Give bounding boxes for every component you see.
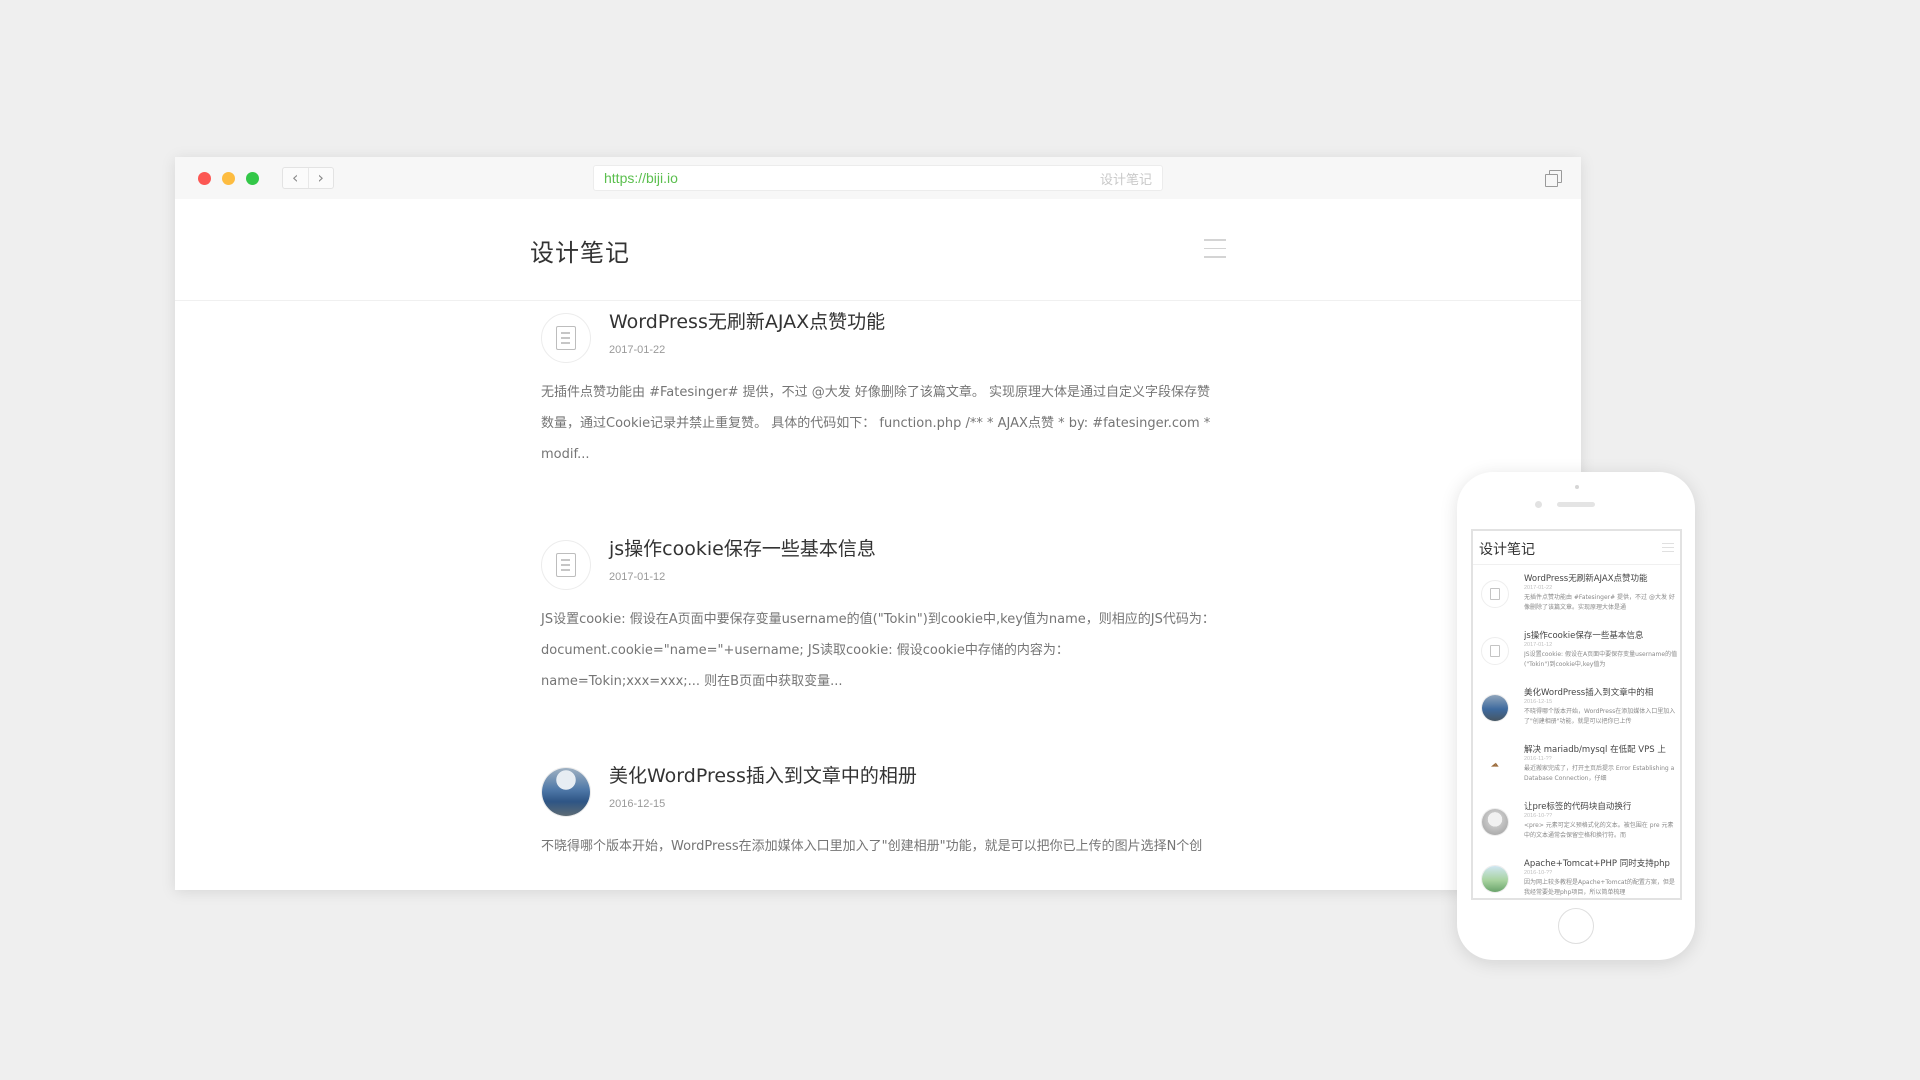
mobile-post-avatar <box>1481 580 1509 608</box>
mobile-post-date: 2017-01-22 <box>1524 585 1553 591</box>
post-excerpt: 不晓得哪个版本开始，WordPress在添加媒体入口里加入了"创建相册"功能，就… <box>541 839 1203 854</box>
post-avatar <box>541 767 591 817</box>
mobile-post-date: 2016-10-?? <box>1524 870 1553 876</box>
speaker-grille <box>1557 502 1595 507</box>
photo-thumbnail <box>542 768 590 816</box>
document-icon <box>1490 645 1500 657</box>
document-icon <box>1490 588 1500 600</box>
mobile-post-title[interactable]: Apache+Tomcat+PHP 同时支持php <box>1524 857 1680 869</box>
mobile-post-excerpt: <pre> 元素可定义预格式化的文本。被包围在 pre 元素中的文本通常会保留空… <box>1524 822 1674 839</box>
mobile-post-avatar <box>1481 865 1509 893</box>
mobile-post-item[interactable]: WordPress无刷新AJAX点赞功能 2017-01-22 无插件点赞功能由… <box>1473 570 1680 627</box>
document-icon <box>556 553 576 577</box>
post-excerpt: JS设置cookie: 假设在A页面中要保存变量username的值("Toki… <box>541 612 1215 689</box>
mobile-post-title[interactable]: 解决 mariadb/mysql 在低配 VPS 上 <box>1524 743 1680 755</box>
navigation-buttons: ‹ › <box>282 167 334 189</box>
mobile-post-avatar <box>1481 637 1509 665</box>
site-title[interactable]: 设计笔记 <box>530 233 630 268</box>
mobile-post-avatar <box>1481 808 1509 836</box>
photo-thumbnail <box>1482 809 1508 835</box>
home-button[interactable] <box>1558 908 1594 944</box>
photo-thumbnail <box>1482 866 1508 892</box>
maximize-window-button[interactable] <box>246 172 259 185</box>
mobile-post-item[interactable]: 美化WordPress插入到文章中的相 2016-12-15 不晓得哪个版本开始… <box>1473 684 1680 741</box>
post-date: 2017-01-22 <box>609 344 666 356</box>
hamburger-icon[interactable] <box>1204 239 1226 259</box>
mobile-site-title[interactable]: 设计笔记 <box>1479 539 1535 559</box>
mobile-post-date: 2016-10-?? <box>1524 813 1553 819</box>
mobile-post-avatar: ◢◣ <box>1481 751 1509 779</box>
tabs-icon[interactable] <box>1545 170 1562 187</box>
mobile-post-excerpt: JS设置cookie: 假设在A页面中要保存变量username的值("Toki… <box>1524 651 1678 668</box>
post-item: WordPress无刷新AJAX点赞功能 2017-01-22 无插件点赞功能由… <box>541 307 1221 534</box>
post-title[interactable]: js操作cookie保存一些基本信息 <box>609 534 876 561</box>
mobile-site-header: 设计笔记 <box>1473 531 1680 565</box>
post-item: js操作cookie保存一些基本信息 2017-01-12 JS设置cookie… <box>541 534 1221 761</box>
document-icon <box>556 326 576 350</box>
mobile-post-item[interactable]: ◢◣ 解决 mariadb/mysql 在低配 VPS 上 2016-11-??… <box>1473 741 1680 798</box>
mobile-post-item[interactable]: js操作cookie保存一些基本信息 2017-01-12 JS设置cookie… <box>1473 627 1680 684</box>
address-bar[interactable]: https://biji.io 设计笔记 <box>593 165 1163 191</box>
site-header: 设计笔记 <box>175 199 1581 301</box>
photo-thumbnail <box>1482 695 1508 721</box>
mobile-post-excerpt: 因为网上较多教程是Apache+Tomcat的配置方案，但是我经常要处理php项… <box>1524 879 1675 896</box>
post-excerpt: 无插件点赞功能由 #Fatesinger# 提供，不过 @大发 好像删除了该篇文… <box>541 385 1211 462</box>
mobile-hamburger-icon[interactable] <box>1662 543 1674 555</box>
mobile-post-title[interactable]: WordPress无刷新AJAX点赞功能 <box>1524 572 1680 584</box>
mobile-post-excerpt: 最近搬家完成了，打开主页后提示 Error Establishing a Dat… <box>1524 765 1675 782</box>
mobile-post-title[interactable]: 美化WordPress插入到文章中的相 <box>1524 686 1680 698</box>
post-item: 美化WordPress插入到文章中的相册 2016-12-15 不晓得哪个版本开… <box>541 761 1221 890</box>
mobile-post-date: 2016-12-15 <box>1524 699 1553 705</box>
sensor-dot <box>1575 485 1579 489</box>
browser-toolbar: ‹ › https://biji.io 设计笔记 <box>175 157 1581 199</box>
mobile-post-title[interactable]: js操作cookie保存一些基本信息 <box>1524 629 1680 641</box>
post-list: WordPress无刷新AJAX点赞功能 2017-01-22 无插件点赞功能由… <box>541 307 1221 890</box>
mariadb-logo-icon: ◢◣ <box>1491 762 1499 768</box>
mobile-post-list: WordPress无刷新AJAX点赞功能 2017-01-22 无插件点赞功能由… <box>1473 565 1680 898</box>
post-avatar <box>541 540 591 590</box>
page-title-hint: 设计笔记 <box>1099 172 1152 188</box>
post-date: 2017-01-12 <box>609 571 666 583</box>
mobile-post-item[interactable]: 让pre标签的代码块自动换行 2016-10-?? <pre> 元素可定义预格式… <box>1473 798 1680 855</box>
mobile-post-date: 2017-01-12 <box>1524 642 1553 648</box>
post-title[interactable]: 美化WordPress插入到文章中的相册 <box>609 761 917 788</box>
mobile-post-excerpt: 不晓得哪个版本开始，WordPress在添加媒体入口里加入了"创建相册"功能，就… <box>1524 708 1676 725</box>
forward-arrow-icon[interactable]: › <box>307 168 334 188</box>
mobile-post-excerpt: 无插件点赞功能由 #Fatesinger# 提供，不过 @大发 好像删除了该篇文… <box>1524 594 1675 611</box>
back-arrow-icon[interactable]: ‹ <box>283 168 308 188</box>
phone-mockup: 设计笔记 WordPress无刷新AJAX点赞功能 2017-01-22 无插件… <box>1457 472 1695 960</box>
camera-icon <box>1535 501 1542 508</box>
mobile-post-title[interactable]: 让pre标签的代码块自动换行 <box>1524 800 1680 812</box>
post-title[interactable]: WordPress无刷新AJAX点赞功能 <box>609 307 885 334</box>
phone-screen: 设计笔记 WordPress无刷新AJAX点赞功能 2017-01-22 无插件… <box>1471 529 1682 900</box>
post-avatar <box>541 313 591 363</box>
mobile-post-date: 2016-11-?? <box>1524 756 1552 762</box>
browser-window: ‹ › https://biji.io 设计笔记 设计笔记 WordPress无… <box>175 157 1581 890</box>
post-date: 2016-12-15 <box>609 798 666 810</box>
url-text: https://biji.io <box>604 170 678 186</box>
close-window-button[interactable] <box>198 172 211 185</box>
mobile-post-avatar <box>1481 694 1509 722</box>
minimize-window-button[interactable] <box>222 172 235 185</box>
mobile-post-item[interactable]: Apache+Tomcat+PHP 同时支持php 2016-10-?? 因为网… <box>1473 855 1680 898</box>
